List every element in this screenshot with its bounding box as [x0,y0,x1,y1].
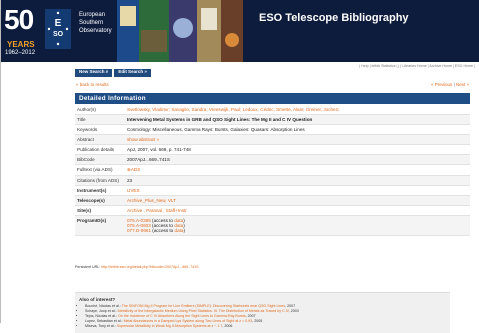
search-icon: ⌕ [105,69,109,74]
persistent-url-label: Persistent URL: [75,265,102,269]
detail-row: Author(s) Svetlowsky, Vladimir; Savaglio,… [75,105,470,115]
related-papers-list: Bouché, Nicolas et al.: The SINFONI Mg I… [85,304,450,329]
detail-row: Telescope(s) Archive_Plus_New, VLT [75,196,470,206]
related-paper-year: , 2007 [245,314,256,318]
related-paper-year: , 2006 [222,324,233,328]
logo-years-word: YEARS [7,40,35,49]
svg-text:E: E [55,18,62,29]
detail-row: Keywords Cosmology: Miscellaneous, Gamma … [75,125,470,135]
field-label: Fulltext (via ADS) [77,167,113,172]
field-value[interactable]: Archive_Plus_New, VLT [125,196,470,205]
field-value: 075.A-0385 (access to data) 075.A-0603 (a… [125,216,470,235]
program-note: (access to [151,228,175,233]
pager: « Previous | Next » [431,82,469,87]
field-label: Telescope(s) [77,198,105,203]
logo-number: 50 [4,4,34,35]
field-label: Abstract [77,137,94,142]
org-line-1: European [79,12,106,18]
eso-50-years-logo: 50 YEARS 1962–2012 [4,4,44,59]
next-link[interactable]: Next » [456,82,469,87]
field-value: ApJ, 2007, vol. 669, p. 741-748 [127,147,191,152]
related-paper-title-link[interactable]: Metal Abundances in a Damped Lyα System … [124,319,253,323]
field-label: ProgramID(s) [77,218,107,223]
persistent-url-link[interactable]: http://telbib.eso.org/detail.php?bibcode… [101,265,198,269]
field-value[interactable]: UVES [125,186,470,195]
field-label: Title [77,117,86,122]
detail-row: Fulltext (via ADS) ⊕ADS [75,165,470,176]
also-of-interest-heading: Also of interest? [79,297,116,302]
related-paper-year: , 2007 [285,304,296,308]
section-header: Detailed Information [75,93,470,104]
field-value[interactable]: ⊕ADS [125,165,470,175]
program-entry: 077.D-0661 (access to data) [127,228,470,233]
detail-row: ProgramID(s) 075.A-0385 (access to data) 0… [75,216,470,236]
detail-row: Abstract show abstract » [75,135,470,145]
new-search-button[interactable]: New Search ⌕ [75,69,113,77]
banner-photo-strip [117,0,243,62]
field-value: 23 [127,178,133,183]
field-label: BibCode [77,157,95,162]
logo-year-range: 1962–2012 [5,50,36,56]
persistent-url: Persistent URL: http://telbib.eso.org/de… [75,265,199,269]
also-of-interest-box: Also of interest? Bouché, Nicolas et al.… [75,292,450,333]
related-paper-authors: Schaye, Joop et al.: [85,309,118,313]
detail-row: Site(s) Archive , Paranal , Staff+Instr [75,206,470,216]
related-paper-item: Mlseva, Tony et al.: Supersolar Metallic… [85,324,450,329]
field-value: Cosmology: Miscellaneous, Gamma Rays: Bu… [127,127,305,132]
eso-name: European Southern Observatory [79,11,112,35]
program-note-end: ) [183,228,185,233]
related-paper-title-link[interactable]: The SINFONI Mg II Program for Line Emitt… [122,304,285,308]
related-paper-authors: Tejos, Nicolas et al.: [85,314,118,318]
back-to-results-link[interactable]: « back to results [76,82,109,87]
related-paper-title-link[interactable]: Metallicity of the Intergalactic Medium … [118,309,289,313]
field-value[interactable]: Archive , Paranal , Staff+Instr [125,206,470,215]
related-paper-authors: Lopez, Sebastian et al.: [85,319,124,323]
field-label: Instrument(s) [77,188,107,193]
related-paper-year: , 2003 [288,309,299,313]
detail-row: Publication details ApJ, 2007, vol. 669, … [75,145,470,155]
field-label: Keywords [77,127,98,132]
double-chevron-icon: » [144,69,147,74]
header-banner: 50 YEARS 1962–2012 E SO European Souther… [1,0,479,62]
field-value[interactable]: show abstract » [125,135,470,144]
field-label: Site(s) [77,208,92,213]
detail-row: BibCode 2007ApJ...669..741S [75,155,470,165]
new-search-label: New Search [79,69,105,74]
field-label: Author(s) [77,107,96,112]
field-label: Publication details [77,147,115,152]
related-paper-authors: Bouché, Nicolas et al.: [85,304,122,308]
org-line-3: Observatory [79,28,112,34]
page: 50 YEARS 1962–2012 E SO European Souther… [0,0,479,333]
field-value[interactable]: Svetlowsky, Vladimir; Savaglio, Sandra; … [125,105,470,114]
related-paper-authors: Mlseva, Tony et al.: [85,324,117,328]
previous-link[interactable]: « Previous [431,82,452,87]
program-id-link[interactable]: 077.D-0661 [127,228,151,233]
page-title: ESO Telescope Bibliography [259,12,409,24]
edit-search-label: Edit Search [118,69,144,74]
detail-table: Author(s) Svetlowsky, Vladimir; Savaglio,… [75,105,470,236]
utility-links[interactable]: | Help | telbib Statistics | | | Librari… [359,64,475,68]
related-paper-title-link[interactable]: Supersolar Metallicity in Weak Mg II Abs… [117,324,223,328]
detail-row: Instrument(s) UVES [75,186,470,196]
detail-row: Citations (from ADS) 23 [75,176,470,186]
svg-text:SO: SO [53,31,64,38]
eso-logo-icon[interactable]: E SO [45,9,71,49]
related-paper-title-link[interactable]: On the Incidence of C IV Absorbers Along… [118,314,246,318]
field-value: 2007ApJ...669..741S [127,157,170,162]
detail-row: Title Intervening Metal Systems in GRB an… [75,115,470,125]
field-label: Citations (from ADS) [77,178,119,183]
field-value: Intervening Metal Systems in GRB and QSO… [127,117,313,122]
org-line-2: Southern [79,20,104,26]
related-paper-year: , 2005 [252,319,263,323]
edit-search-button[interactable]: Edit Search » [114,69,151,77]
